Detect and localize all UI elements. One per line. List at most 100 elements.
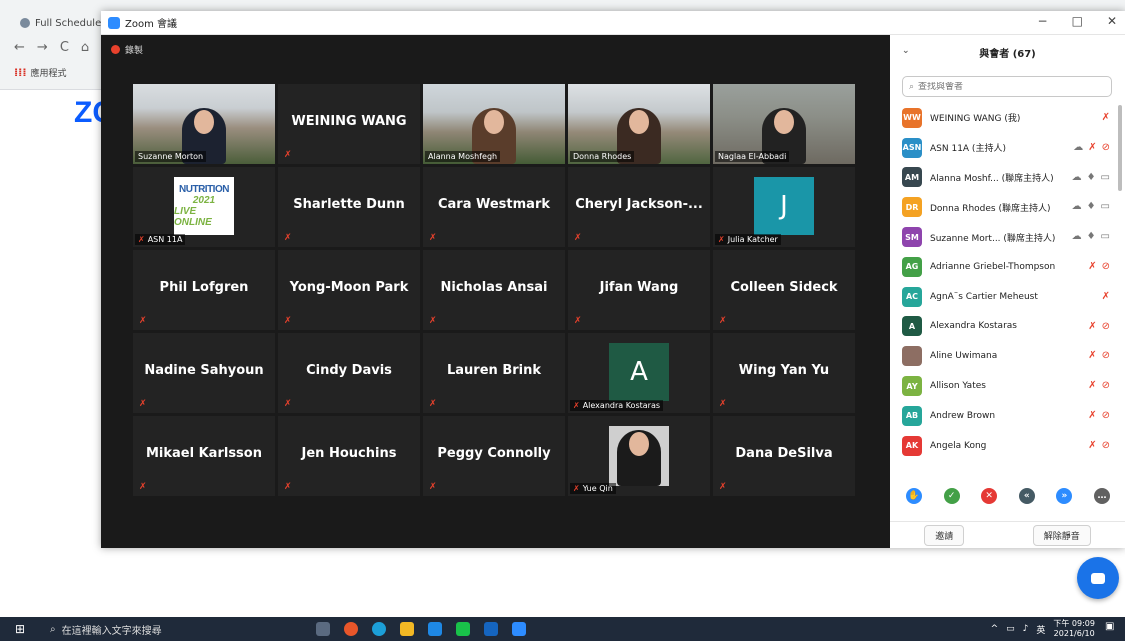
network-icon[interactable]: ▭	[1006, 624, 1015, 634]
mic-muted-icon[interactable]: ✗	[1102, 112, 1110, 123]
cloud-icon[interactable]: ☁	[1072, 231, 1082, 242]
task-view-icon[interactable]	[316, 622, 330, 636]
calendar-icon[interactable]	[484, 622, 498, 636]
mic-muted-icon[interactable]: ✗	[1102, 291, 1110, 302]
video-off-icon[interactable]: ⊘	[1102, 321, 1110, 332]
participant-tile[interactable]: Phil Lofgren ✗	[133, 250, 275, 330]
participant-row[interactable]: Aline Uwimana ✗ ⊘	[890, 341, 1118, 371]
more-icon[interactable]: …	[1093, 488, 1110, 504]
participant-tile[interactable]: Lauren Brink ✗	[423, 333, 565, 413]
video-off-icon[interactable]: ⊘	[1102, 261, 1110, 272]
cloud-icon[interactable]: ☁	[1072, 201, 1082, 212]
participant-row[interactable]: AM Alanna Moshf... (聯席主持人) ☁ ♦ ▭	[890, 163, 1118, 193]
participant-tile[interactable]: Suzanne Morton	[133, 84, 275, 164]
participant-tile[interactable]: Alanna Moshfegh	[423, 84, 565, 164]
mic-muted-icon[interactable]: ✗	[1088, 380, 1096, 391]
chevron-down-icon[interactable]: ⌄	[902, 46, 910, 56]
go-faster-icon[interactable]: »	[1056, 488, 1073, 504]
language-indicator[interactable]: 英	[1036, 623, 1045, 636]
reload-icon[interactable]: C	[60, 40, 69, 55]
volume-icon[interactable]: ♪	[1023, 624, 1029, 634]
maximize-button[interactable]: □	[1072, 14, 1083, 28]
video-off-icon[interactable]: ⊘	[1102, 410, 1110, 421]
video-off-icon[interactable]: ⊘	[1102, 142, 1110, 153]
apps-label[interactable]: 應用程式	[31, 66, 67, 79]
participant-row[interactable]: DR Donna Rhodes (聯席主持人) ☁ ♦ ▭	[890, 192, 1118, 222]
mic-muted-icon[interactable]: ✗	[1088, 440, 1096, 451]
participant-tile[interactable]: Peggy Connolly ✗	[423, 416, 565, 496]
cloud-icon[interactable]: ☁	[1073, 142, 1083, 153]
participant-tile[interactable]: Cheryl Jackson-... ✗	[568, 167, 710, 247]
video-icon[interactable]: ▭	[1101, 172, 1110, 183]
participant-tile[interactable]: ✗ Yue Qin	[568, 416, 710, 496]
video-icon[interactable]: ▭	[1101, 201, 1110, 212]
chat-fab-button[interactable]	[1077, 557, 1119, 599]
yes-icon[interactable]: ✓	[943, 488, 960, 504]
search-input[interactable]	[918, 81, 1099, 92]
video-off-icon[interactable]: ⊘	[1102, 380, 1110, 391]
participant-search[interactable]: ⌕	[902, 76, 1112, 97]
zoom-taskbar-icon[interactable]	[512, 622, 526, 636]
mic-muted-icon[interactable]: ✗	[1088, 142, 1096, 153]
participant-row[interactable]: AY Allison Yates ✗ ⊘	[890, 371, 1118, 401]
mic-icon[interactable]: ♦	[1087, 172, 1096, 183]
invite-button[interactable]: 邀請	[924, 524, 965, 546]
video-off-icon[interactable]: ⊘	[1102, 350, 1110, 361]
forward-icon[interactable]: →	[37, 40, 48, 55]
participant-tile[interactable]: NUTRITION 2021 LIVE ONLINE ✗ ASN 11A	[133, 167, 275, 247]
minimize-button[interactable]: −	[1038, 14, 1048, 28]
participant-row[interactable]: SM Suzanne Mort... (聯席主持人) ☁ ♦ ▭	[890, 222, 1118, 252]
close-button[interactable]: ✕	[1107, 14, 1117, 28]
participant-tile[interactable]: A ✗ Alexandra Kostaras	[568, 333, 710, 413]
chevron-up-icon[interactable]: ^	[991, 624, 999, 634]
raise-hand-icon[interactable]: ✋	[906, 488, 922, 504]
participant-row[interactable]: AG Adrianne Griebel-Thompson ✗ ⊘	[890, 252, 1118, 282]
participant-row[interactable]: AB Andrew Brown ✗ ⊘	[890, 401, 1118, 431]
participant-row[interactable]: WW WEINING WANG (我) ✗	[890, 103, 1118, 133]
mic-icon[interactable]: ♦	[1087, 201, 1096, 212]
participant-tile[interactable]: Wing Yan Yu ✗	[713, 333, 855, 413]
cloud-icon[interactable]: ☁	[1072, 172, 1082, 183]
mic-muted-icon[interactable]: ✗	[1088, 350, 1096, 361]
clock[interactable]: 下午 09:09 2021/6/10	[1053, 619, 1095, 639]
participant-tile[interactable]: Colleen Sideck ✗	[713, 250, 855, 330]
mic-muted-icon[interactable]: ✗	[1088, 261, 1096, 272]
participant-row[interactable]: ASN ASN 11A (主持人) ☁ ✗ ⊘	[890, 133, 1118, 163]
mail-icon[interactable]	[428, 622, 442, 636]
participant-row[interactable]: A Alexandra Kostaras ✗ ⊘	[890, 312, 1118, 342]
start-button[interactable]: ⊞	[0, 617, 40, 641]
participant-tile[interactable]: Nadine Sahyoun ✗	[133, 333, 275, 413]
mic-icon[interactable]: ♦	[1087, 231, 1096, 242]
unmute-me-button[interactable]: 解除靜音	[1032, 524, 1091, 546]
video-off-icon[interactable]: ⊘	[1102, 440, 1110, 451]
participant-tile[interactable]: Cindy Davis ✗	[278, 333, 420, 413]
home-icon[interactable]: ⌂	[81, 40, 89, 55]
participant-tile[interactable]: Yong-Moon Park ✗	[278, 250, 420, 330]
participant-tile[interactable]: Donna Rhodes	[568, 84, 710, 164]
participant-row[interactable]: AC AgnÃ¨s Cartier Meheust ✗	[890, 282, 1118, 312]
participant-tile[interactable]: Mikael Karlsson ✗	[133, 416, 275, 496]
participant-tile[interactable]: Jifan Wang ✗	[568, 250, 710, 330]
mic-muted-icon[interactable]: ✗	[1088, 321, 1096, 332]
participant-tile[interactable]: J ✗ Julia Katcher	[713, 167, 855, 247]
no-icon[interactable]: ✕	[981, 488, 998, 504]
participant-tile[interactable]: Dana DeSilva ✗	[713, 416, 855, 496]
participant-tile[interactable]: WEINING WANG ✗	[278, 84, 420, 164]
chrome-icon[interactable]	[344, 622, 358, 636]
participant-tile[interactable]: Cara Westmark ✗	[423, 167, 565, 247]
taskbar-search[interactable]: ⌕ 在這裡輸入文字來搜尋	[40, 617, 280, 641]
video-icon[interactable]: ▭	[1101, 231, 1110, 242]
participant-tile[interactable]: Naglaa El-Abbadi	[713, 84, 855, 164]
apps-grid-icon[interactable]: ⁞⁞⁞	[14, 66, 27, 79]
mic-muted-icon[interactable]: ✗	[1088, 410, 1096, 421]
participant-tile[interactable]: Jen Houchins ✗	[278, 416, 420, 496]
notification-icon[interactable]: ▣	[1105, 621, 1121, 637]
participant-tile[interactable]: Sharlette Dunn ✗	[278, 167, 420, 247]
go-slower-icon[interactable]: «	[1018, 488, 1035, 504]
participant-tile[interactable]: Nicholas Ansai ✗	[423, 250, 565, 330]
scrollbar[interactable]	[1118, 105, 1122, 191]
edge-icon[interactable]	[372, 622, 386, 636]
back-icon[interactable]: ←	[14, 40, 25, 55]
line-icon[interactable]	[456, 622, 470, 636]
file-explorer-icon[interactable]	[400, 622, 414, 636]
